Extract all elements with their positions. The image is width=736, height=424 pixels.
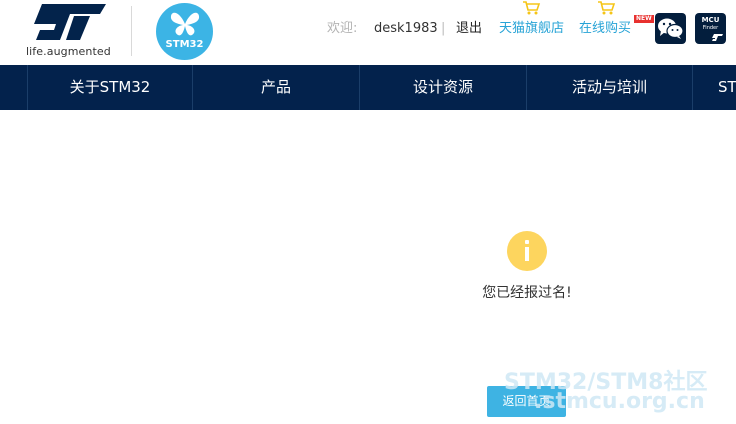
- nav-item-about-stm32[interactable]: 关于STM32: [28, 65, 192, 110]
- nav-item-st[interactable]: ST: [718, 65, 736, 110]
- already-registered-message: 您已经报过名!: [482, 285, 572, 301]
- butterfly-icon: [170, 12, 200, 36]
- tmall-store-link[interactable]: 天猫旗舰店: [499, 19, 564, 39]
- user-bar-separator: |: [441, 21, 446, 36]
- watermark-line2: .stmcu.org.cn: [534, 389, 705, 414]
- username-link[interactable]: desk1983: [374, 19, 438, 39]
- logo-divider: [131, 6, 132, 56]
- welcome-label: 欢迎:: [327, 21, 358, 36]
- wechat-glyph: [658, 18, 684, 39]
- stm32-badge-label: STM32: [165, 39, 204, 50]
- online-shop-link[interactable]: 在线购买: [579, 19, 631, 39]
- cart-icon: [598, 1, 616, 15]
- info-icon: [507, 231, 547, 271]
- new-badge: NEW: [634, 15, 654, 23]
- st-logo-mark: [34, 4, 106, 40]
- mcu-finder-line1: MCU: [701, 16, 720, 24]
- logout-link[interactable]: 退出: [456, 19, 482, 39]
- main-nav: 关于STM32 产品 设计资源 活动与培训 ST: [0, 65, 736, 110]
- wechat-icon[interactable]: [655, 13, 686, 44]
- cart-icon: [523, 1, 541, 15]
- site-header: life.augmented STM32 欢迎: desk1983 | 退出 天…: [0, 0, 736, 65]
- info-icon-bar: [525, 247, 529, 261]
- brand-tagline: life.augmented: [26, 45, 111, 58]
- st-logo[interactable]: life.augmented: [26, 2, 111, 60]
- info-icon-dot: [525, 240, 529, 244]
- nav-item-design-resources[interactable]: 设计资源: [360, 65, 526, 110]
- st-mini-logo-icon: [712, 34, 723, 41]
- mcu-finder-button[interactable]: MCU Finder: [695, 13, 726, 44]
- nav-item-products[interactable]: 产品: [193, 65, 359, 110]
- nav-divider: [692, 65, 693, 110]
- stm32-badge[interactable]: STM32: [156, 3, 213, 60]
- nav-item-events-training[interactable]: 活动与培训: [527, 65, 692, 110]
- mcu-finder-line2: Finder: [702, 25, 719, 31]
